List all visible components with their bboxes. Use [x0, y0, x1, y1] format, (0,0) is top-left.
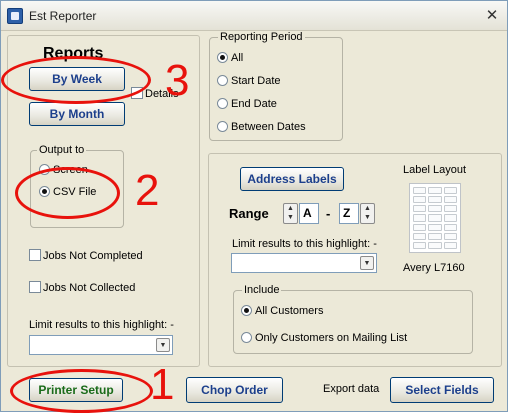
label-layout-preview — [409, 183, 461, 253]
highlight-select-left[interactable]: ▼ — [29, 335, 173, 355]
period-all-radio-dot[interactable] — [217, 52, 228, 63]
app-icon — [7, 8, 23, 24]
annotation-number-2: 2 — [135, 166, 160, 215]
include-mailing-list-label: Only Customers on Mailing List — [255, 332, 408, 344]
range-from-spin-icon[interactable]: ▲ ▼ — [283, 203, 298, 224]
est-reporter-window: Est Reporter ✕ Reports By Week Details B… — [0, 0, 508, 413]
period-between-dates-label: Between Dates — [231, 121, 306, 133]
range-to-field[interactable]: Z — [339, 203, 359, 224]
window-title: Est Reporter — [29, 9, 97, 23]
period-start-date-label: Start Date — [231, 75, 281, 87]
include-mailing-list-radio-dot[interactable] — [241, 332, 252, 343]
by-month-button[interactable]: By Month — [29, 102, 125, 126]
chevron-down-icon[interactable]: ▼ — [156, 338, 170, 352]
annotation-number-3: 3 — [165, 56, 190, 105]
annotation-ellipse-printer-setup — [10, 369, 153, 413]
period-end-date-radio-dot[interactable] — [217, 98, 228, 109]
highlight-label-left: Limit results to this highlight: - — [29, 319, 174, 331]
jobs-not-completed-label: Jobs Not Completed — [43, 250, 143, 262]
export-data-label: Export data — [323, 383, 380, 395]
reporting-period-legend: Reporting Period — [218, 31, 305, 43]
address-labels-button[interactable]: Address Labels — [240, 167, 344, 191]
jobs-not-completed-box[interactable] — [29, 249, 41, 261]
period-start-date-radio-dot[interactable] — [217, 75, 228, 86]
range-label: Range — [229, 206, 269, 221]
annotation-ellipse-by-week — [1, 56, 151, 104]
chevron-down-icon[interactable]: ▼ — [360, 256, 374, 270]
range-to-spin-icon[interactable]: ▲ ▼ — [360, 203, 375, 224]
jobs-not-collected-label: Jobs Not Collected — [43, 282, 136, 294]
range-from-field[interactable]: A — [299, 203, 319, 224]
output-to-legend: Output to — [37, 144, 87, 156]
period-end-date-label: End Date — [231, 98, 277, 110]
highlight-select-right[interactable]: ▼ — [231, 253, 377, 273]
select-fields-button[interactable]: Select Fields — [390, 377, 494, 403]
annotation-ellipse-csv-file — [15, 167, 120, 219]
jobs-not-collected-box[interactable] — [29, 281, 41, 293]
period-between-dates-radio-dot[interactable] — [217, 121, 228, 132]
highlight-label-right: Limit results to this highlight: - — [232, 238, 377, 250]
close-icon[interactable]: ✕ — [481, 6, 503, 26]
label-layout-label: Label Layout — [403, 164, 466, 176]
annotation-number-1: 1 — [150, 360, 175, 409]
include-all-customers-radio-dot[interactable] — [241, 305, 252, 316]
include-all-customers-label: All Customers — [255, 305, 324, 317]
chop-order-button[interactable]: Chop Order — [186, 377, 283, 403]
label-model: Avery L7160 — [403, 262, 465, 274]
period-all-label: All — [231, 52, 244, 64]
include-legend: Include — [242, 284, 282, 296]
title-bar: Est Reporter ✕ — [1, 1, 507, 31]
range-dash: - — [326, 206, 331, 221]
